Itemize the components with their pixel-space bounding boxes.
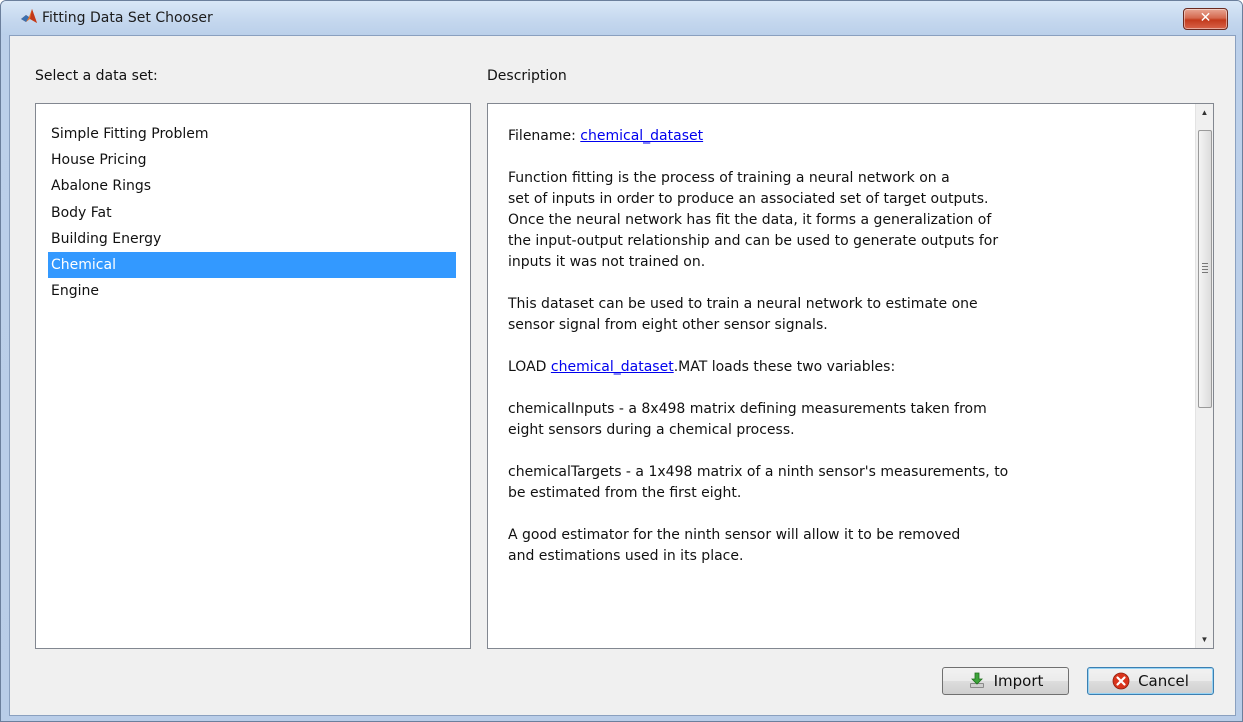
- matlab-logo-icon: [20, 8, 37, 24]
- list-item-house-pricing[interactable]: House Pricing: [48, 147, 456, 173]
- filename-line: Filename: chemical_dataset: [508, 126, 1168, 147]
- description-paragraph-3: chemicalInputs - a 8x498 matrix defining…: [508, 401, 987, 438]
- filename-prefix: Filename:: [508, 128, 581, 144]
- list-item-simple-fitting-problem[interactable]: Simple Fitting Problem: [48, 121, 456, 147]
- dialog-body: Select a data set: Description Simple Fi…: [9, 35, 1236, 716]
- list-item-building-energy[interactable]: Building Energy: [48, 226, 456, 252]
- cancel-button[interactable]: Cancel: [1087, 667, 1214, 695]
- import-button-label: Import: [993, 672, 1044, 690]
- description-paragraph-4: chemicalTargets - a 1x498 matrix of a ni…: [508, 464, 1009, 501]
- list-item-abalone-rings[interactable]: Abalone Rings: [48, 173, 456, 199]
- list-item-chemical[interactable]: Chemical: [48, 252, 456, 278]
- scroll-down-arrow-icon[interactable]: ▼: [1196, 631, 1213, 648]
- scroll-up-arrow-icon[interactable]: ▲: [1196, 104, 1213, 121]
- list-item-body-fat[interactable]: Body Fat: [48, 200, 456, 226]
- description-panel[interactable]: Filename: chemical_dataset Function fitt…: [487, 103, 1214, 649]
- title-bar[interactable]: Fitting Data Set Chooser ✕: [1, 1, 1242, 35]
- cancel-x-icon: [1112, 672, 1130, 690]
- cancel-button-label: Cancel: [1138, 672, 1189, 690]
- import-arrow-icon: [968, 672, 986, 690]
- import-button[interactable]: Import: [942, 667, 1069, 695]
- dialog-window: Fitting Data Set Chooser ✕ Select a data…: [0, 0, 1243, 722]
- close-button[interactable]: ✕: [1183, 8, 1228, 30]
- load-suffix: .MAT loads these two variables:: [673, 359, 896, 375]
- filename-link[interactable]: chemical_dataset: [580, 128, 703, 144]
- dataset-listbox[interactable]: Simple Fitting Problem House Pricing Aba…: [35, 103, 471, 649]
- close-icon: ✕: [1199, 10, 1212, 26]
- description-content: Filename: chemical_dataset Function fitt…: [508, 126, 1168, 588]
- load-line: LOAD chemical_dataset.MAT loads these tw…: [508, 357, 1168, 378]
- description-paragraph-5: A good estimator for the ninth sensor wi…: [508, 527, 961, 564]
- window-title: Fitting Data Set Chooser: [42, 10, 213, 26]
- list-item-engine[interactable]: Engine: [48, 278, 456, 304]
- dataset-list-label: Select a data set:: [35, 68, 158, 84]
- description-paragraph-2: This dataset can be used to train a neur…: [508, 296, 978, 333]
- description-paragraph-1: Function fitting is the process of train…: [508, 170, 999, 270]
- load-prefix: LOAD: [508, 359, 551, 375]
- scroll-thumb[interactable]: [1198, 130, 1212, 408]
- load-dataset-link[interactable]: chemical_dataset: [551, 359, 674, 375]
- description-scrollbar[interactable]: ▲ ▼: [1195, 104, 1213, 648]
- scroll-grip-icon: [1202, 263, 1208, 275]
- description-label: Description: [487, 68, 567, 84]
